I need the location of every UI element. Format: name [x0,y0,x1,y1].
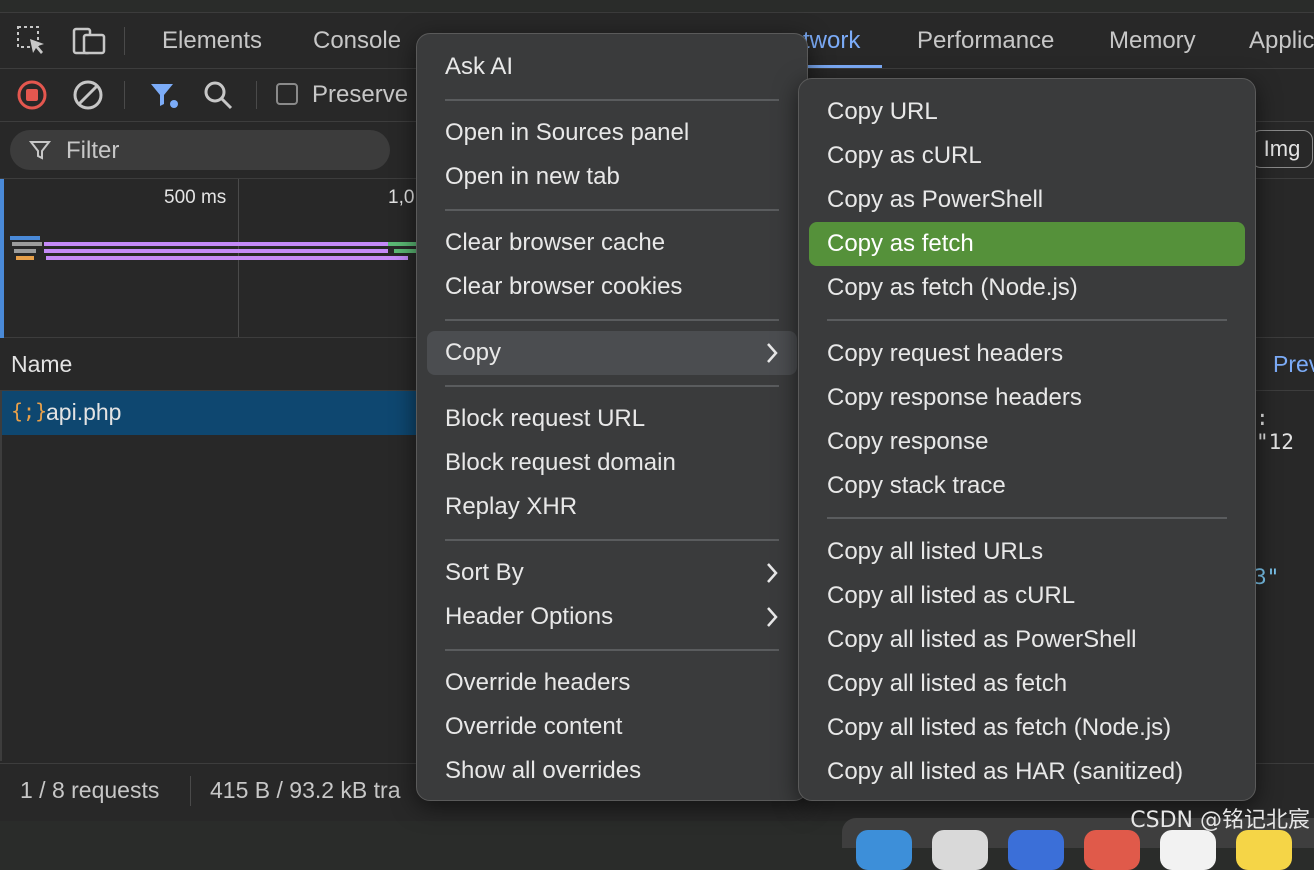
menu-item-header-options[interactable]: Header Options [445,595,797,639]
tick-label-500ms: 500 ms [164,187,227,208]
overview-selection-handle[interactable] [0,179,4,339]
divider [0,391,2,761]
clear-icon[interactable] [72,79,104,111]
inspect-element-icon[interactable] [16,25,48,57]
response-fragment: 3" [1254,565,1280,589]
tab-memory[interactable]: Memory [1109,13,1196,68]
menu-item-copy-response-headers[interactable]: Copy response headers [827,376,1245,420]
column-header-name[interactable]: Name [11,351,72,378]
menu-item-copy-label: Copy [445,339,502,366]
dock-app-icon[interactable] [932,830,988,870]
menu-item-copy-all-curl[interactable]: Copy all listed as cURL [827,574,1245,618]
menu-item-clear-cookies[interactable]: Clear browser cookies [445,265,797,309]
menu-item-ask-ai[interactable]: Ask AI [445,45,797,89]
menu-item-block-url[interactable]: Block request URL [445,397,797,441]
menu-item-copy-curl[interactable]: Copy as cURL [827,134,1245,178]
search-icon[interactable] [202,79,234,111]
menu-item-copy-all-fetch-node[interactable]: Copy all listed as fetch (Node.js) [827,706,1245,750]
table-row[interactable]: {;} api.php [0,391,416,435]
device-toolbar-icon[interactable] [72,25,106,57]
waterfall-bar [14,249,36,253]
waterfall-bar [46,256,408,260]
dock-app-icon[interactable] [856,830,912,870]
waterfall-bar [44,242,388,246]
context-menu: Ask AI Open in Sources panel Open in new… [416,33,808,801]
menu-item-override-headers[interactable]: Override headers [445,661,797,705]
chevron-right-icon [767,343,778,363]
stop-recording-icon[interactable] [16,79,48,111]
menu-item-sort-by-label: Sort By [445,559,524,586]
menu-item-copy-fetch-node[interactable]: Copy as fetch (Node.js) [827,266,1245,310]
dock-app-icon[interactable] [1236,830,1292,870]
tab-preview[interactable]: Prev [1273,351,1314,378]
waterfall-bar [16,256,34,260]
tab-elements[interactable]: Elements [162,13,262,68]
tab-application[interactable]: Applic [1249,13,1314,68]
filter-input[interactable]: Filter [10,130,390,170]
menu-item-copy-response[interactable]: Copy response [827,420,1245,464]
dock-app-icon[interactable] [1160,830,1216,870]
menu-item-header-options-label: Header Options [445,603,614,630]
dock-app-icon[interactable] [1008,830,1064,870]
watermark: CSDN @铭记北宸 [1130,808,1310,833]
menu-item-open-sources[interactable]: Open in Sources panel [445,111,797,155]
tab-performance[interactable]: Performance [917,13,1054,68]
menu-item-copy-all-fetch[interactable]: Copy all listed as fetch [827,662,1245,706]
filter-toggle-icon[interactable] [148,79,180,111]
menu-item-copy-powershell[interactable]: Copy as PowerShell [827,178,1245,222]
menu-item-clear-cache[interactable]: Clear browser cache [445,221,797,265]
menu-item-copy-all-powershell[interactable]: Copy all listed as PowerShell [827,618,1245,662]
menu-item-replay-xhr[interactable]: Replay XHR [445,485,797,529]
waterfall-bar [10,236,40,240]
chevron-right-icon [767,563,778,583]
waterfall-bar [394,249,416,253]
request-name: api.php [46,399,122,425]
menu-item-override-content[interactable]: Override content [445,705,797,749]
filter-placeholder: Filter [66,137,120,164]
menu-item-open-new-tab[interactable]: Open in new tab [445,155,797,199]
preserve-log-checkbox[interactable] [276,83,298,105]
menu-item-sort-by[interactable]: Sort By [445,551,797,595]
menu-item-copy-url[interactable]: Copy URL [827,90,1245,134]
copy-submenu: Copy URL Copy as cURL Copy as PowerShell… [798,78,1256,801]
response-fragment: : "12 [1256,406,1294,454]
waterfall-bar [12,242,42,246]
waterfall-bar [44,249,388,253]
chevron-right-icon [767,607,778,627]
tab-console[interactable]: Console [313,13,401,68]
tab-network[interactable]: twork [782,13,883,68]
request-count: 1 / 8 requests [20,777,160,803]
waterfall-bar [388,242,416,246]
menu-item-copy-all-har[interactable]: Copy all listed as HAR (sanitized) [827,750,1245,794]
menu-item-copy-stack-trace[interactable]: Copy stack trace [827,464,1245,508]
menu-item-show-overrides[interactable]: Show all overrides [445,749,797,793]
preserve-log-label: Preserve [312,81,409,108]
menu-item-block-domain[interactable]: Block request domain [445,441,797,485]
tick-label-1000ms: 1,0 [388,187,415,208]
menu-item-copy-all-urls[interactable]: Copy all listed URLs [827,530,1245,574]
menu-item-copy-fetch[interactable]: Copy as fetch [809,222,1245,266]
funnel-icon [28,141,52,160]
type-filter-img[interactable]: Img [1251,130,1313,168]
xhr-file-icon: {;} [11,399,48,423]
menu-item-copy-request-headers[interactable]: Copy request headers [827,332,1245,376]
transfer-size: 415 B / 93.2 kB tra [210,777,401,803]
menu-item-copy[interactable]: Copy [427,331,797,375]
dock-app-icon[interactable] [1084,830,1140,870]
